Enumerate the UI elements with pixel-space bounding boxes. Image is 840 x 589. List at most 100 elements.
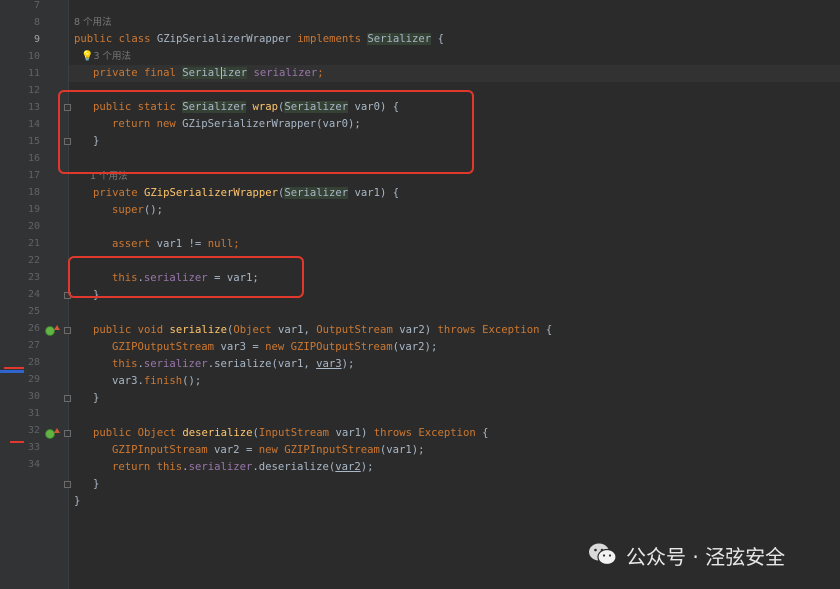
token-text: (); — [143, 204, 164, 216]
token-text: } — [74, 495, 81, 507]
token-text: var2) — [392, 324, 438, 336]
token-part: izer — [221, 67, 248, 79]
token-text: var3. — [112, 375, 144, 387]
token-keyword: public void — [93, 324, 170, 336]
token-text: } — [93, 478, 100, 490]
line-number: 34 — [27, 459, 40, 470]
line-number: 21 — [27, 238, 40, 249]
token-field: serializer — [247, 67, 318, 79]
token-text: ); — [341, 358, 355, 370]
line-number: 19 — [27, 204, 40, 215]
code-line[interactable]: public class GZipSerializerWrapper imple… — [69, 31, 840, 48]
token-method: finish — [143, 375, 183, 387]
line-number: 32 — [27, 425, 40, 436]
fold-marker-icon[interactable] — [64, 327, 71, 334]
token-keyword: this — [112, 358, 138, 370]
line-number: 15 — [27, 136, 40, 147]
code-line[interactable]: } — [69, 493, 840, 510]
token-type: Object — [233, 324, 272, 336]
token-text: { — [431, 33, 444, 45]
token-keyword: new — [265, 341, 291, 353]
code-line[interactable]: assert var1 != null; — [69, 236, 840, 253]
wechat-icon — [588, 542, 618, 568]
highlight-box-wrap — [58, 90, 474, 174]
code-line[interactable]: private GZipSerializerWrapper(Serializer… — [69, 185, 840, 202]
token-method: serialize — [169, 324, 227, 336]
line-number: 18 — [27, 187, 40, 198]
token-method: deserialize — [182, 427, 253, 439]
token-keyword: private final — [93, 67, 183, 79]
token-type: OutputStream — [316, 324, 393, 336]
token-type: GZIPOutputStream — [112, 341, 215, 353]
token-text: var1) — [329, 427, 374, 439]
line-number: 20 — [27, 221, 40, 232]
code-line[interactable]: } — [69, 476, 840, 493]
usages-hint[interactable]: 💡3 个用法 — [81, 50, 131, 64]
line-number: 9 — [33, 34, 40, 45]
token-method: GZipSerializerWrapper — [144, 187, 278, 199]
token-type: Serializer — [284, 187, 349, 199]
code-line[interactable]: return this.serializer.deserialize(var2)… — [69, 459, 840, 476]
code-line[interactable]: public Object deserialize(InputStream va… — [69, 425, 840, 442]
line-number: 12 — [27, 85, 40, 96]
token-text: ; — [233, 238, 240, 250]
token-text: var1 != — [156, 238, 208, 250]
line-number: 7 — [33, 0, 40, 11]
fold-marker-icon[interactable] — [64, 481, 71, 488]
line-number: 16 — [27, 153, 40, 164]
code-line[interactable]: var3.finish(); — [69, 373, 840, 390]
token-type: Object — [137, 427, 176, 439]
code-line[interactable]: this.serializer.serialize(var1, var3); — [69, 356, 840, 373]
token-class: GZipSerializerWrapper — [156, 33, 291, 45]
token-keyword: return this — [112, 461, 183, 473]
code-line-current[interactable]: private final Serializer serializer; — [69, 65, 840, 82]
token-keyword: super — [112, 204, 144, 216]
override-arrow-icon[interactable] — [54, 325, 60, 330]
line-number: 10 — [27, 51, 40, 62]
override-arrow-icon[interactable] — [54, 428, 60, 433]
token-text: var1, — [271, 324, 317, 336]
token-keyword: implements — [290, 33, 368, 45]
code-line[interactable]: GZIPOutputStream var3 = new GZIPOutputSt… — [69, 339, 840, 356]
token-text: .deserialize( — [252, 461, 336, 473]
token-type: Exception — [482, 324, 540, 336]
token-text: (var2); — [392, 341, 438, 353]
token-text: .serialize(var1, — [207, 358, 317, 370]
line-number: 23 — [27, 272, 40, 283]
line-number: 13 — [27, 102, 40, 113]
token-part: Serial — [182, 67, 221, 79]
token-type: GZIPOutputStream — [290, 341, 393, 353]
code-line[interactable]: } — [69, 390, 840, 407]
token-text: var3 = — [214, 341, 266, 353]
code-line[interactable]: public void serialize(Object var1, Outpu… — [69, 322, 840, 339]
token-text: } — [93, 392, 100, 404]
token-field: serializer — [143, 358, 208, 370]
token-text: ); — [360, 461, 374, 473]
code-line[interactable]: GZIPInputStream var2 = new GZIPInputStre… — [69, 442, 840, 459]
lightbulb-icon[interactable]: 💡 — [81, 51, 93, 62]
token-text: var1) { — [348, 187, 400, 199]
token-keyword: public — [93, 427, 138, 439]
line-number: 28 — [27, 357, 40, 368]
line-number: 26 — [27, 323, 40, 334]
usages-hint[interactable]: 8 个用法 — [74, 16, 112, 30]
line-number: 17 — [27, 170, 40, 181]
token-type: GZIPInputStream — [112, 444, 208, 456]
token-type: GZIPInputStream — [284, 444, 380, 456]
token-type: Exception — [418, 427, 476, 439]
token-variable: var2 — [335, 461, 361, 473]
fold-marker-icon[interactable] — [64, 395, 71, 402]
line-number: 11 — [27, 68, 40, 79]
token-type: InputStream — [258, 427, 330, 439]
token-keyword: null — [207, 238, 234, 250]
code-line[interactable]: super(); — [69, 202, 840, 219]
fold-marker-icon[interactable] — [64, 430, 71, 437]
line-number: 8 — [33, 17, 40, 28]
line-number: 27 — [27, 340, 40, 351]
token-keyword: assert — [112, 238, 157, 250]
token-text: var2 = — [207, 444, 259, 456]
token-variable: var3 — [316, 358, 342, 370]
token-keyword: private — [93, 187, 145, 199]
token-keyword: public class — [74, 33, 157, 45]
line-number: 31 — [27, 408, 40, 419]
